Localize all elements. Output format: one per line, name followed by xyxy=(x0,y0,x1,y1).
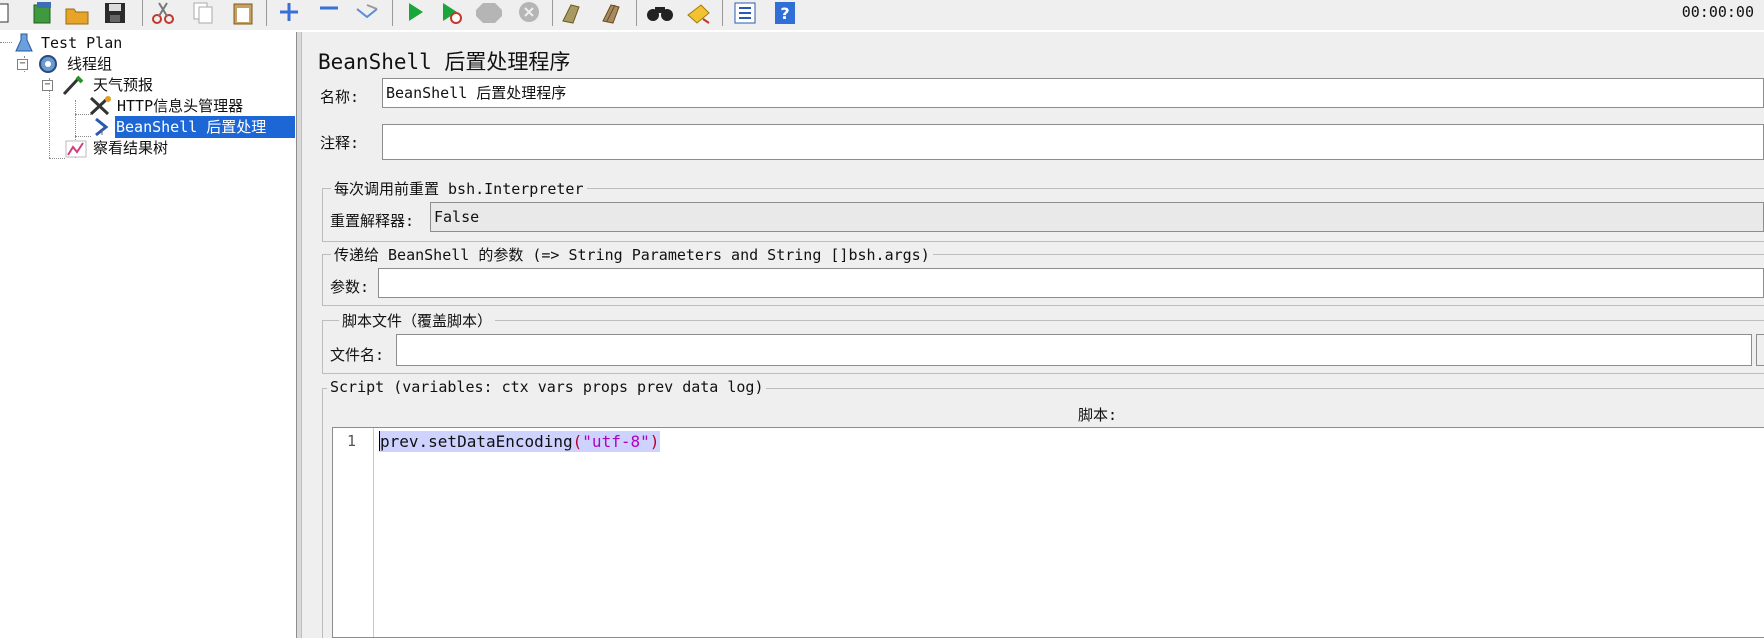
svg-text:?: ? xyxy=(780,4,789,23)
collapse-icon[interactable] xyxy=(314,0,344,26)
group-legend: 每次调用前重置 bsh.Interpreter xyxy=(331,178,587,199)
chart-icon xyxy=(64,137,88,159)
comment-field[interactable] xyxy=(382,124,1764,160)
line-number-gutter: 1 xyxy=(333,428,374,637)
stop-icon[interactable] xyxy=(474,0,504,26)
help-icon[interactable]: ? xyxy=(770,0,800,26)
search-icon[interactable] xyxy=(644,0,674,26)
gear-icon xyxy=(36,53,60,75)
name-field[interactable]: BeanShell 后置处理程序 xyxy=(382,78,1764,108)
toggle-icon[interactable] xyxy=(352,0,382,26)
cut-icon[interactable] xyxy=(148,0,178,26)
group-legend: Script (variables: ctx vars props prev d… xyxy=(327,378,767,396)
tree-item-label: 察看结果树 xyxy=(93,139,169,157)
group-legend: 脚本文件（覆盖脚本） xyxy=(339,310,496,331)
reset-interpreter-select[interactable]: False xyxy=(430,202,1764,232)
script-editor[interactable]: 1 prev.setDataEncoding("utf-8") xyxy=(332,427,1764,638)
reset-search-icon[interactable] xyxy=(684,0,714,26)
copy-icon[interactable] xyxy=(188,0,218,26)
reset-interpreter-label: 重置解释器: xyxy=(330,212,415,230)
line-number: 1 xyxy=(347,432,357,450)
code-paren-close: ) xyxy=(649,432,660,451)
open-icon[interactable] xyxy=(62,0,92,26)
panel-title: BeanShell 后置处理程序 xyxy=(318,50,571,74)
collapse-toggle-icon[interactable]: − xyxy=(17,59,28,70)
tree-item-header-manager[interactable]: HTTP信息头管理器 xyxy=(0,95,296,117)
code-string: "utf-8" xyxy=(582,432,650,451)
tree-item-view-results-tree[interactable]: 察看结果树 xyxy=(0,137,296,159)
start-icon[interactable] xyxy=(400,0,430,26)
arrow-icon xyxy=(90,116,114,138)
templates-icon[interactable] xyxy=(28,0,58,26)
tree-item-beanshell-postprocessor[interactable]: BeanShell 后置处理 xyxy=(0,116,296,138)
clear-icon[interactable] xyxy=(558,0,588,26)
filename-label: 文件名: xyxy=(330,346,385,364)
collapse-toggle-icon[interactable]: − xyxy=(42,80,53,91)
flask-icon xyxy=(12,32,36,54)
start-no-pause-icon[interactable] xyxy=(436,0,466,26)
toolbar: ? 00:00:00 xyxy=(0,0,1764,30)
beanshell-postprocessor-panel: BeanShell 后置处理程序 名称: BeanShell 后置处理程序 注释… xyxy=(302,32,1764,638)
expand-icon[interactable] xyxy=(274,0,304,26)
parameters-label: 参数: xyxy=(330,278,370,296)
test-plan-tree[interactable]: Test Plan − 线程组 − 天气预报 HTTP信息头管理器 BeanSh… xyxy=(0,32,296,638)
save-icon[interactable] xyxy=(100,0,130,26)
paste-icon[interactable] xyxy=(228,0,258,26)
parameters-field[interactable] xyxy=(378,268,1764,298)
filename-field[interactable] xyxy=(396,334,1752,366)
text-caret xyxy=(379,431,380,451)
tree-item-thread-group[interactable]: − 线程组 xyxy=(0,53,296,75)
clear-all-icon[interactable] xyxy=(598,0,628,26)
shutdown-icon[interactable] xyxy=(514,0,544,26)
function-helper-icon[interactable] xyxy=(730,0,760,26)
new-icon[interactable] xyxy=(0,0,16,26)
tree-item-http-sampler[interactable]: − 天气预报 xyxy=(0,74,296,96)
tree-item-label: 线程组 xyxy=(67,55,113,73)
tree-item-label: Test Plan xyxy=(41,34,123,52)
pipette-icon xyxy=(61,74,85,96)
script-code-line[interactable]: prev.setDataEncoding("utf-8") xyxy=(379,431,661,452)
elapsed-timer: 00:00:00 xyxy=(1681,3,1754,21)
comment-label: 注释: xyxy=(320,134,360,152)
code-method: prev.setDataEncoding xyxy=(380,432,573,451)
browse-button[interactable] xyxy=(1756,334,1764,366)
name-label: 名称: xyxy=(320,88,360,106)
tree-item-label: BeanShell 后置处理 xyxy=(115,116,295,138)
script-label: 脚本: xyxy=(1078,406,1118,424)
tree-item-test-plan[interactable]: Test Plan xyxy=(0,32,296,54)
tree-item-label: 天气预报 xyxy=(93,76,154,94)
code-paren-open: ( xyxy=(572,432,583,451)
wrench-icon xyxy=(88,95,112,117)
tree-item-label: HTTP信息头管理器 xyxy=(117,97,244,115)
group-legend: 传递给 BeanShell 的参数 (=> String Parameters … xyxy=(331,244,933,265)
